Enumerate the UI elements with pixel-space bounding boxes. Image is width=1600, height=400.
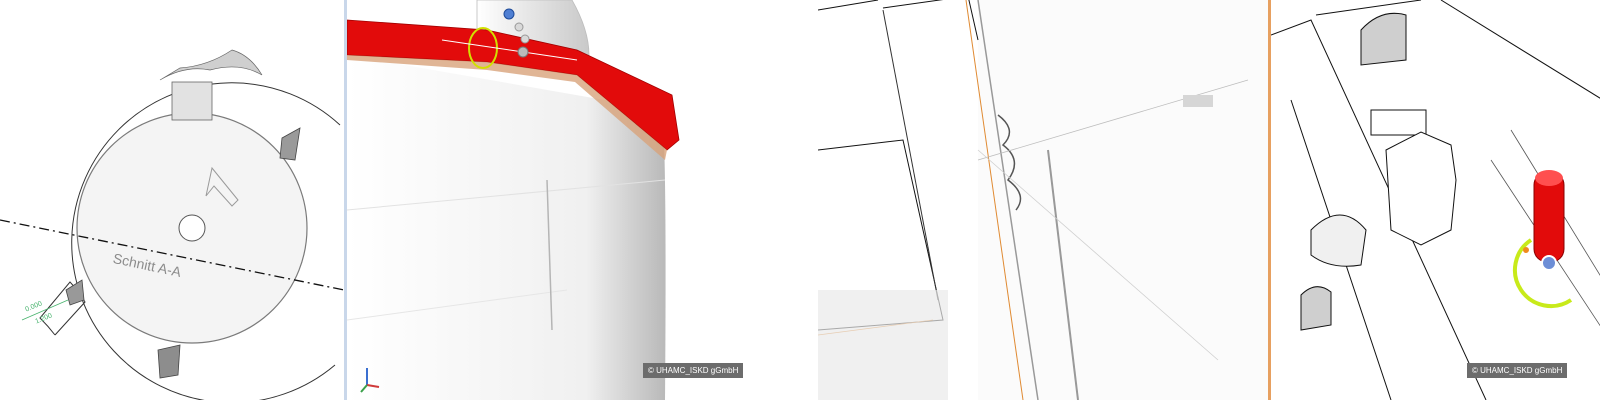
wall-diagonal-3 [1315, 0, 1422, 16]
pillar-top [171, 81, 213, 121]
wall-outline-upper [818, 0, 979, 41]
building-viewport[interactable]: © UHAMC_ISKD gGmbH [1268, 0, 1600, 400]
copyright-label: © UHAMC_ISKD gGmbH [1467, 363, 1568, 378]
tool-icon-3 [520, 34, 530, 44]
octagon-tower [1385, 131, 1457, 246]
model-drawing [347, 0, 680, 400]
pillar-bottom [157, 344, 181, 379]
tool-icon [503, 8, 515, 20]
pointcloud-viewport[interactable] [818, 0, 1268, 400]
spiral-stair [1310, 214, 1367, 267]
window-scan [1183, 95, 1213, 107]
window-pair [1370, 109, 1427, 136]
section-drawing [0, 49, 344, 400]
selected-column-top [1535, 170, 1563, 186]
window-arched-low [1300, 286, 1332, 331]
building-drawing [1271, 0, 1600, 400]
noise-block [818, 290, 948, 400]
tool-icon-2 [514, 22, 524, 32]
move-gizmo-handle [1541, 255, 1557, 271]
roof-edge [882, 9, 939, 301]
gizmo-node [517, 46, 529, 58]
model-viewport[interactable]: © UHAMC_ISKD gGmbH [344, 0, 818, 400]
center-opening [178, 214, 206, 242]
wall-diagonal [1271, 19, 1487, 400]
gizmo-node [1523, 247, 1529, 253]
pointcloud-drawing [818, 0, 1268, 400]
section-viewport[interactable]: Schnitt A-A 0.000 1.200 [0, 0, 344, 400]
pillar-right [279, 127, 301, 161]
window-arched-top [1360, 12, 1407, 66]
copyright-label: © UHAMC_ISKD gGmbH [643, 363, 744, 378]
roof-line [1440, 0, 1600, 99]
crown-scan [159, 49, 263, 81]
